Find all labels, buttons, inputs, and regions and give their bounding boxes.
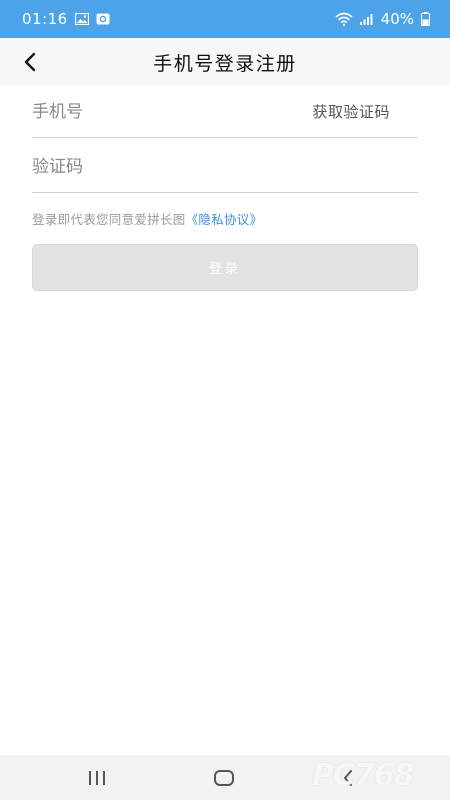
app-notification-icon [96,13,110,25]
code-input[interactable] [32,146,272,187]
agreement-text: 登录即代表您同意爱拼长图《隐私协议》 [32,209,262,228]
login-button[interactable]: 登录 [32,244,418,291]
privacy-policy-link[interactable]: 《隐私协议》 [186,212,263,227]
recents-icon [89,770,105,785]
phone-input[interactable] [32,91,272,132]
status-time: 01:16 [22,10,68,28]
agreement-prefix: 登录即代表您同意爱拼长图 [32,212,186,227]
phone-field-row: 获取验证码 [32,86,418,138]
image-icon [74,13,89,25]
status-bar: 01:16 40% [0,0,450,38]
back-button[interactable] [14,46,46,78]
home-icon [214,769,234,786]
watermark-logo: PC768 [312,758,415,793]
wifi-icon [335,12,353,26]
back-arrow-icon [24,52,36,72]
recents-button[interactable] [67,755,127,800]
home-button[interactable] [194,755,254,800]
status-left: 01:16 [22,10,110,28]
app-header: 手机号登录注册 [0,38,450,86]
signal-icon [359,14,373,25]
battery-percentage: 40% [380,10,414,28]
page-title: 手机号登录注册 [153,52,297,75]
status-right: 40% [335,10,430,28]
battery-icon [421,12,430,26]
get-code-button[interactable]: 获取验证码 [312,101,418,122]
code-field-row [32,141,418,193]
